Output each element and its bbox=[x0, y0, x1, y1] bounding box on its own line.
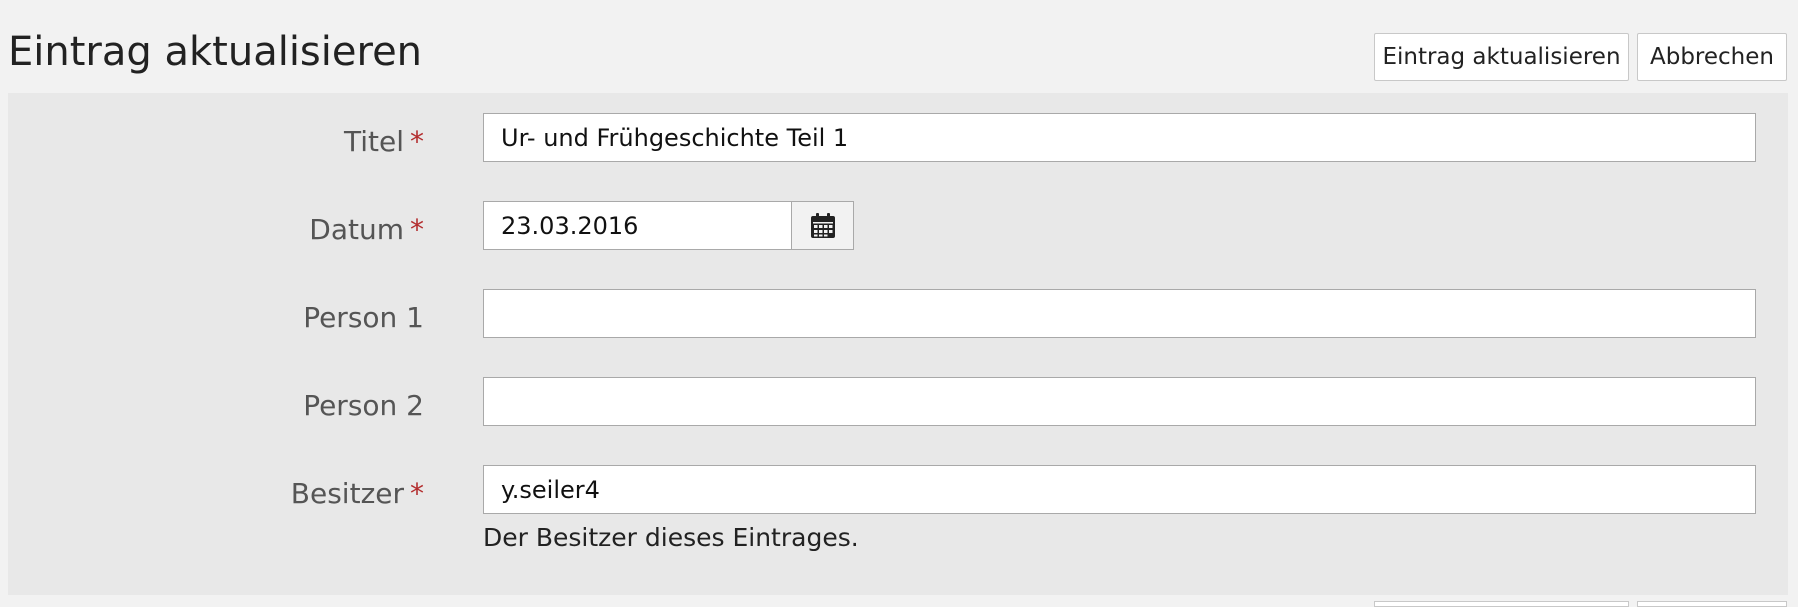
date-label: Datum * bbox=[309, 212, 424, 248]
form-panel bbox=[8, 93, 1788, 595]
calendar-button[interactable] bbox=[791, 201, 854, 250]
page-title: Eintrag aktualisieren bbox=[8, 29, 423, 75]
person1-label: Person 1 bbox=[303, 300, 424, 336]
owner-help-text: Der Besitzer dieses Eintrages. bbox=[483, 523, 859, 552]
person2-label-text: Person 2 bbox=[303, 389, 424, 422]
cancel-button[interactable]: Abbrechen bbox=[1637, 33, 1787, 81]
update-entry-button[interactable]: Eintrag aktualisieren bbox=[1374, 33, 1629, 81]
owner-input[interactable] bbox=[483, 465, 1756, 514]
owner-label-text: Besitzer bbox=[290, 477, 404, 510]
owner-label: Besitzer * bbox=[291, 476, 424, 512]
required-marker: * bbox=[410, 213, 424, 246]
person2-input[interactable] bbox=[483, 377, 1756, 426]
date-input[interactable] bbox=[483, 201, 792, 250]
person1-input[interactable] bbox=[483, 289, 1756, 338]
date-label-text: Datum bbox=[309, 213, 404, 246]
calendar-icon bbox=[810, 212, 835, 238]
title-label: Titel * bbox=[344, 124, 424, 160]
bottom-update-button[interactable] bbox=[1374, 601, 1629, 607]
title-label-text: Titel bbox=[343, 125, 404, 158]
person2-label: Person 2 bbox=[303, 388, 424, 424]
required-marker: * bbox=[410, 477, 424, 510]
required-marker: * bbox=[410, 125, 424, 158]
bottom-cancel-button[interactable] bbox=[1637, 601, 1787, 607]
person1-label-text: Person 1 bbox=[303, 301, 424, 334]
title-input[interactable] bbox=[483, 113, 1756, 162]
